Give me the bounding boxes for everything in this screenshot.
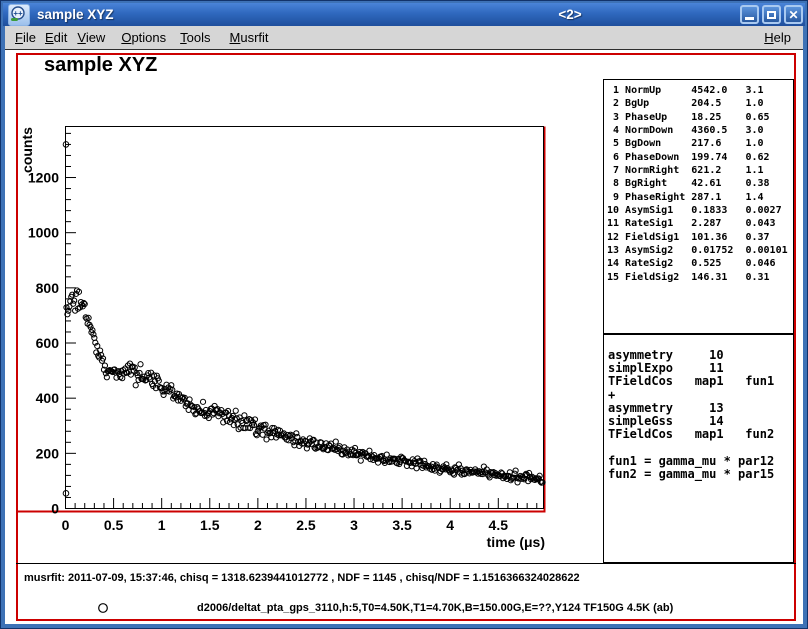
svg-text:3: 3	[350, 517, 358, 533]
parameter-pad[interactable]: 1 NormUp 4542.0 3.1 2 BgUp 204.5 1.0 3 P…	[603, 79, 794, 334]
plot-title: sample XYZ	[44, 54, 157, 77]
svg-text:2: 2	[254, 517, 262, 533]
run-legend-label: d2006/deltat_pta_gps_3110,h:5,T0=4.50K,T…	[197, 602, 673, 614]
svg-text:4.5: 4.5	[489, 517, 509, 533]
svg-text:600: 600	[36, 335, 60, 351]
svg-text:0: 0	[51, 501, 59, 517]
theory-text: asymmetry 10 simplExpo 11 TFieldCos map1…	[604, 335, 793, 481]
legend-marker-icon	[99, 604, 108, 613]
theory-pad[interactable]: asymmetry 10 simplExpo 11 TFieldCos map1…	[603, 334, 794, 563]
svg-text:3.5: 3.5	[392, 517, 412, 533]
svg-text:200: 200	[36, 445, 60, 461]
x-axis-label: time (μs)	[430, 534, 545, 550]
fit-status-line: musrfit: 2011-07-09, 15:37:46, chisq = 1…	[24, 572, 580, 584]
svg-text:0: 0	[62, 517, 70, 533]
svg-text:2.5: 2.5	[296, 517, 316, 533]
svg-text:1000: 1000	[28, 225, 59, 241]
musrfit-window: ++ sample XYZ <2> ✕ File Edit View Optio…	[0, 0, 808, 629]
svg-text:400: 400	[36, 390, 60, 406]
svg-text:4: 4	[446, 517, 454, 533]
svg-text:1: 1	[158, 517, 166, 533]
y-axis-label: counts	[19, 119, 35, 181]
svg-text:0.5: 0.5	[104, 517, 124, 533]
svg-text:800: 800	[36, 280, 60, 296]
parameter-list: 1 NormUp 4542.0 3.1 2 BgUp 204.5 1.0 3 P…	[604, 80, 793, 284]
svg-text:1.5: 1.5	[200, 517, 220, 533]
